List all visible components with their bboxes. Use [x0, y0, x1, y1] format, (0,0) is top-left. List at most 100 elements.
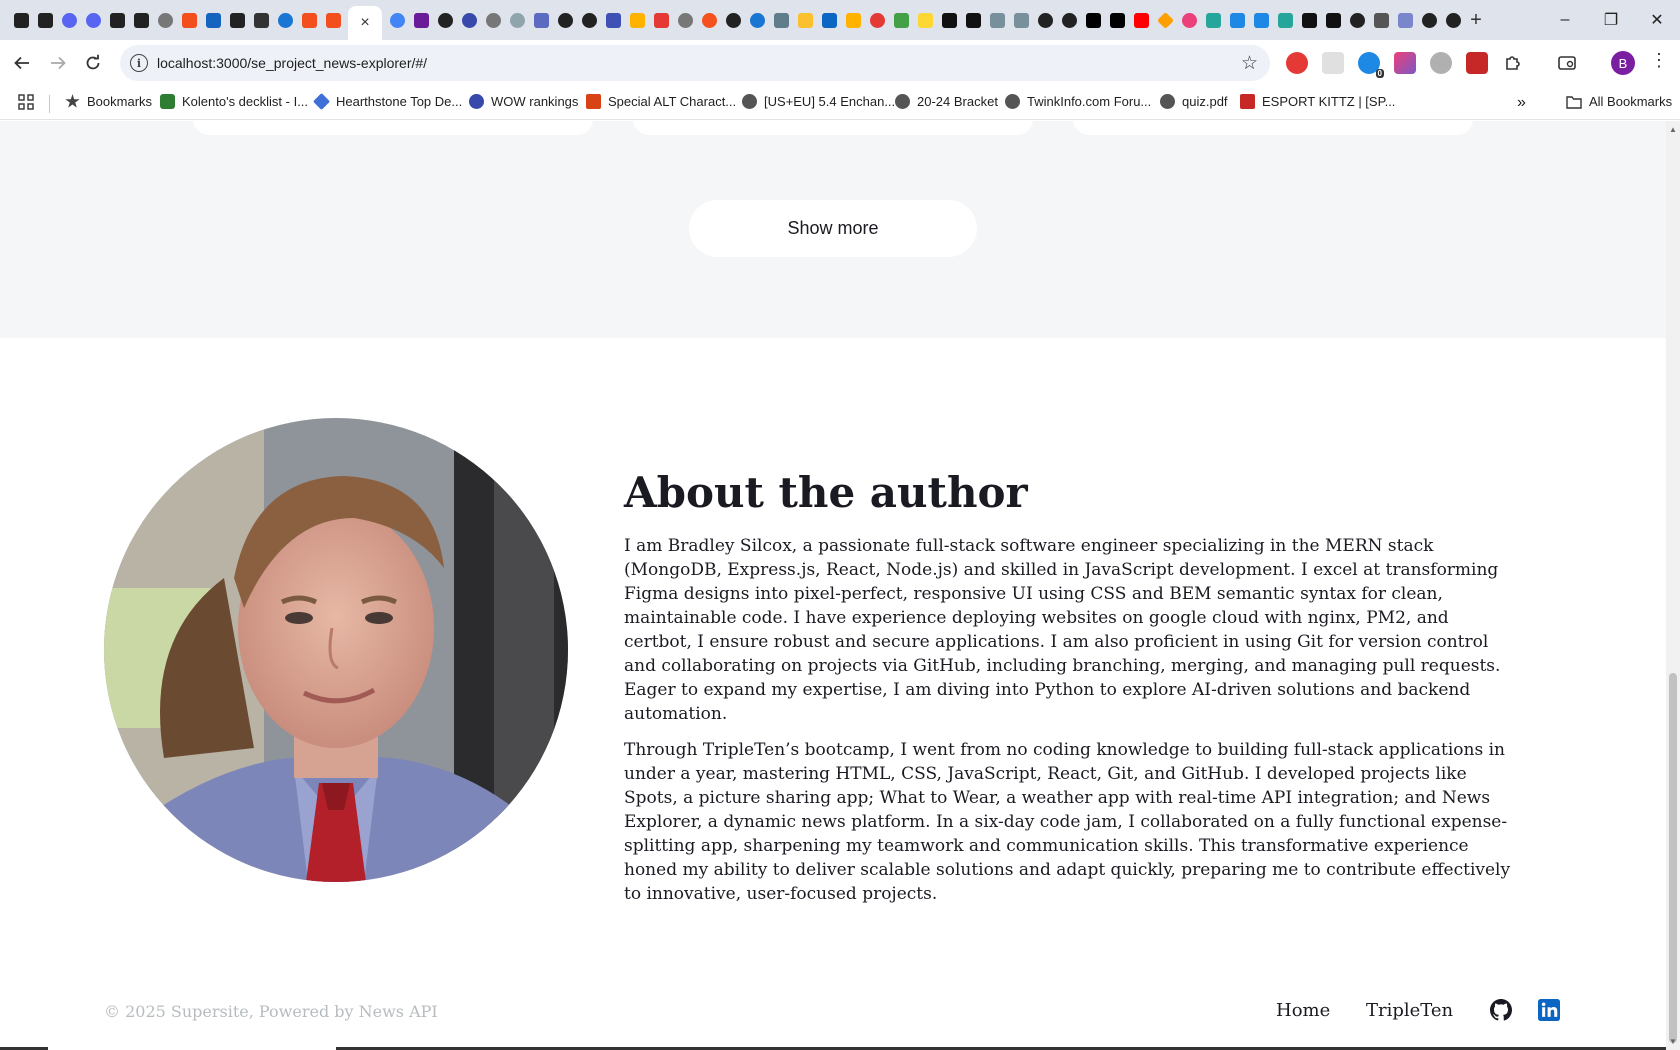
- tab-favicon[interactable]: [602, 9, 624, 31]
- bookmark-item[interactable]: Hearthstone Top De...: [313, 93, 462, 110]
- tab-favicon[interactable]: [962, 9, 984, 31]
- tab-favicon[interactable]: [1346, 9, 1368, 31]
- tab-favicon[interactable]: [698, 9, 720, 31]
- url-text[interactable]: localhost:3000/se_project_news-explorer/…: [157, 55, 427, 71]
- tab-favicon[interactable]: [530, 9, 552, 31]
- tab-favicon[interactable]: [746, 9, 768, 31]
- extensions-puzzle-icon[interactable]: [1502, 52, 1524, 74]
- page-scrollbar[interactable]: ▲ ▼: [1666, 121, 1680, 1050]
- bookmark-item[interactable]: ESPORT KITTZ | [SP...: [1240, 94, 1395, 109]
- tab-favicon[interactable]: [890, 9, 912, 31]
- bookmark-item[interactable]: TwinkInfo.com Foru...: [1005, 94, 1151, 109]
- tab-favicon[interactable]: [1274, 9, 1296, 31]
- tab-favicon[interactable]: [226, 9, 248, 31]
- extension-badge-icon[interactable]: 0: [1358, 52, 1384, 78]
- tab-favicon[interactable]: [58, 9, 80, 31]
- reload-button[interactable]: [80, 50, 106, 76]
- tab-favicon[interactable]: [106, 9, 128, 31]
- scroll-thumb[interactable]: [1669, 673, 1677, 1043]
- show-more-button[interactable]: Show more: [689, 200, 977, 257]
- restore-button[interactable]: ❐: [1599, 8, 1623, 32]
- all-bookmarks-button[interactable]: All Bookmarks: [1566, 94, 1672, 109]
- github-icon[interactable]: [1490, 999, 1512, 1021]
- tab-favicon[interactable]: [842, 9, 864, 31]
- tab-favicon[interactable]: [410, 9, 432, 31]
- news-card[interactable]: [193, 121, 593, 135]
- tab-favicon[interactable]: [650, 9, 672, 31]
- site-info-icon[interactable]: i: [130, 54, 148, 72]
- bookmark-item[interactable]: WOW rankings: [469, 94, 578, 109]
- extension-icon[interactable]: [1430, 52, 1452, 74]
- tab-favicon[interactable]: [458, 9, 480, 31]
- browser-menu-icon[interactable]: ⋮: [1650, 50, 1668, 71]
- tab-favicon[interactable]: [1178, 9, 1200, 31]
- tab-favicon[interactable]: [1034, 9, 1056, 31]
- tab-favicon[interactable]: [1130, 9, 1152, 31]
- tab-favicon[interactable]: [1202, 9, 1224, 31]
- linkedin-icon[interactable]: [1538, 999, 1560, 1021]
- close-window-button[interactable]: ✕: [1645, 8, 1669, 32]
- tab-favicon[interactable]: [986, 9, 1008, 31]
- news-card[interactable]: [633, 121, 1033, 135]
- extension-icon[interactable]: [1322, 52, 1344, 74]
- new-tab-button[interactable]: +: [1464, 8, 1488, 32]
- bookmark-item[interactable]: Bookmarks: [65, 94, 152, 109]
- footer-link-home[interactable]: Home: [1276, 1000, 1330, 1021]
- tab-favicon[interactable]: [298, 9, 320, 31]
- tab-favicon[interactable]: [130, 9, 152, 31]
- tab-favicon[interactable]: [722, 9, 744, 31]
- tab-favicon[interactable]: [578, 9, 600, 31]
- extension-icon[interactable]: [1466, 52, 1488, 74]
- tab-favicon[interactable]: [938, 9, 960, 31]
- forward-button[interactable]: [45, 50, 71, 76]
- apps-icon[interactable]: [18, 94, 34, 110]
- tab-favicon[interactable]: [1250, 9, 1272, 31]
- footer-link-tripleten[interactable]: TripleTen: [1366, 1000, 1453, 1021]
- adblock-extension-icon[interactable]: [1286, 52, 1308, 74]
- tab-favicon[interactable]: [1010, 9, 1032, 31]
- tab-favicon[interactable]: [274, 9, 296, 31]
- tab-favicon[interactable]: [154, 9, 176, 31]
- address-bar[interactable]: i localhost:3000/se_project_news-explore…: [120, 45, 1270, 81]
- tab-favicon[interactable]: [178, 9, 200, 31]
- tab-favicon[interactable]: [34, 9, 56, 31]
- tab-favicon[interactable]: [626, 9, 648, 31]
- news-card[interactable]: [1073, 121, 1473, 135]
- tab-favicon[interactable]: [10, 9, 32, 31]
- tab-favicon[interactable]: [202, 9, 224, 31]
- tab-favicon[interactable]: [914, 9, 936, 31]
- tab-favicon[interactable]: [1394, 9, 1416, 31]
- tab-favicon[interactable]: [1298, 9, 1320, 31]
- scroll-down-icon[interactable]: ▼: [1669, 1037, 1677, 1046]
- back-button[interactable]: [9, 50, 35, 76]
- tab-favicon[interactable]: [1226, 9, 1248, 31]
- tab-favicon[interactable]: [250, 9, 272, 31]
- bookmark-item[interactable]: 20-24 Bracket: [895, 94, 998, 109]
- tab-favicon[interactable]: [1106, 9, 1128, 31]
- tab-favicon[interactable]: [1082, 9, 1104, 31]
- tab-favicon[interactable]: [554, 9, 576, 31]
- tab-close-icon[interactable]: ×: [360, 14, 369, 32]
- tab-favicon[interactable]: [770, 9, 792, 31]
- bookmark-item[interactable]: quiz.pdf: [1160, 94, 1228, 109]
- bookmarks-overflow-button[interactable]: »: [1517, 94, 1526, 112]
- tab-favicon[interactable]: [1442, 9, 1464, 31]
- tab-favicon[interactable]: [386, 9, 408, 31]
- tab-favicon[interactable]: [866, 9, 888, 31]
- tab-favicon[interactable]: [674, 9, 696, 31]
- tab-favicon[interactable]: [434, 9, 456, 31]
- tab-favicon[interactable]: [506, 9, 528, 31]
- bookmark-star-icon[interactable]: ☆: [1241, 52, 1258, 75]
- tab-favicon[interactable]: [82, 9, 104, 31]
- profile-avatar[interactable]: B: [1611, 51, 1635, 75]
- tab-favicon[interactable]: [1370, 9, 1392, 31]
- bookmark-item[interactable]: Special ALT Charact...: [586, 94, 736, 109]
- scroll-up-icon[interactable]: ▲: [1669, 125, 1677, 134]
- tab-favicon[interactable]: [794, 9, 816, 31]
- extension-icon[interactable]: [1394, 52, 1416, 74]
- minimize-button[interactable]: –: [1553, 8, 1577, 32]
- side-panel-icon[interactable]: [1556, 52, 1578, 74]
- bookmark-item[interactable]: [US+EU] 5.4 Enchan...: [742, 94, 895, 109]
- tab-favicon[interactable]: [1058, 9, 1080, 31]
- tab-favicon[interactable]: [818, 9, 840, 31]
